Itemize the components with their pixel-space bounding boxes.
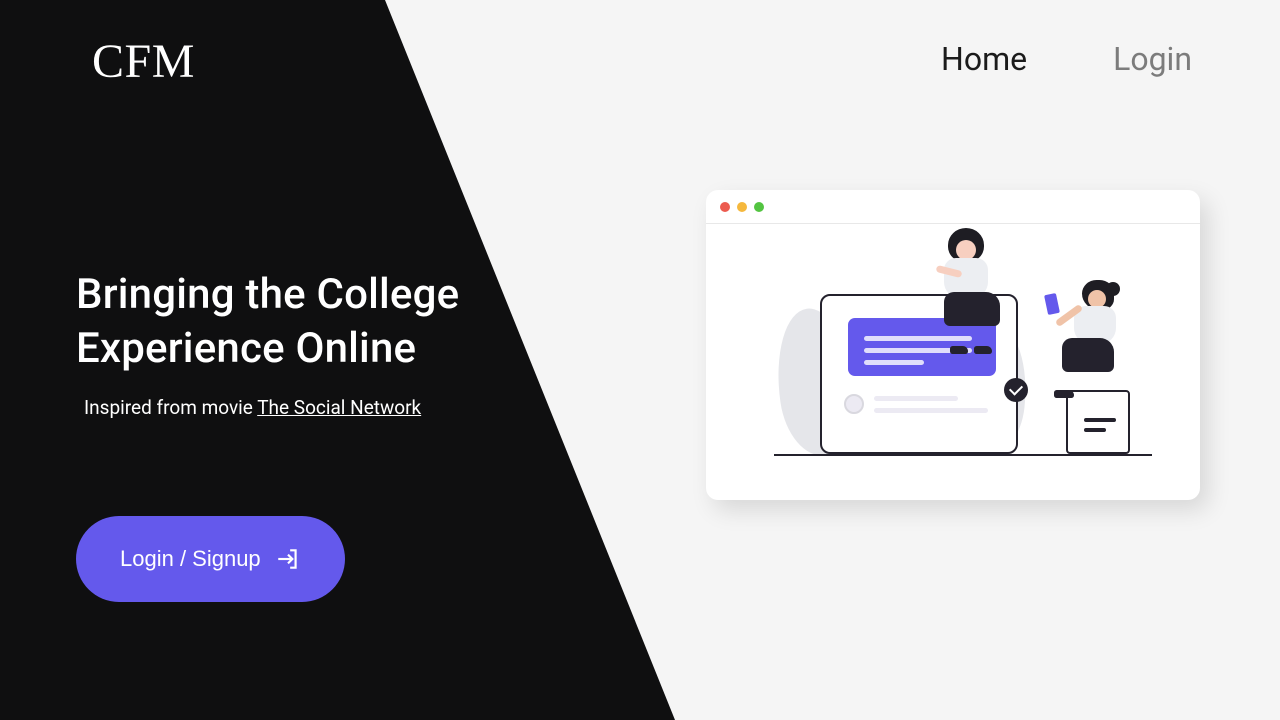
hero-subtitle: Inspired from movie The Social Network xyxy=(84,396,459,419)
hero-headline-line1: Bringing the College xyxy=(76,270,459,319)
document-cube-icon xyxy=(1066,390,1130,454)
nav-link-login[interactable]: Login xyxy=(1113,40,1192,78)
illustration-scene xyxy=(706,224,1200,500)
hero-section: Bringing the College Experience Online I… xyxy=(76,268,459,419)
login-signup-button[interactable]: Login / Signup xyxy=(76,516,345,602)
nav-link-label: Login xyxy=(1113,40,1192,78)
person-phone-icon xyxy=(1048,280,1136,392)
floor-line xyxy=(774,454,1152,456)
traffic-dot-green-icon xyxy=(754,202,764,212)
top-nav: Home Login xyxy=(941,40,1192,78)
avatar-placeholder-icon xyxy=(844,394,864,414)
brand-name: CFM xyxy=(92,35,195,88)
traffic-dot-yellow-icon xyxy=(737,202,747,212)
hero-illustration-card xyxy=(706,190,1200,500)
hero-sub-prefix: Inspired from movie xyxy=(84,396,257,419)
window-titlebar xyxy=(706,190,1200,224)
nav-link-home[interactable]: Home xyxy=(941,40,1027,78)
person-sitting-icon xyxy=(922,228,1012,348)
hero-sub-link[interactable]: The Social Network xyxy=(257,396,421,419)
check-badge-icon xyxy=(1004,378,1028,402)
traffic-dot-red-icon xyxy=(720,202,730,212)
login-icon xyxy=(275,546,301,572)
nav-link-label: Home xyxy=(941,40,1027,78)
brand-logo: CFM xyxy=(92,34,195,89)
cta-label: Login / Signup xyxy=(120,546,261,572)
hero-headline-line2: Experience Online xyxy=(76,324,416,373)
hero-headline: Bringing the College Experience Online xyxy=(76,268,459,376)
